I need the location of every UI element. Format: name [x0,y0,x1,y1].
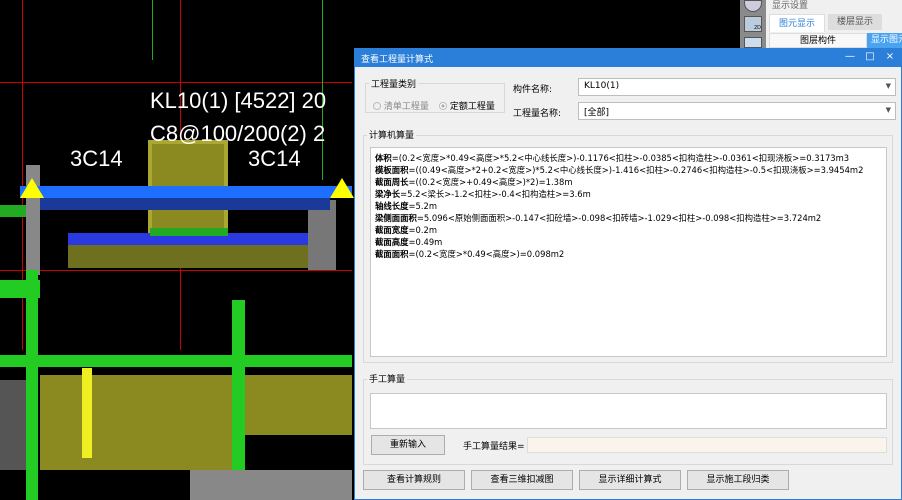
support-triangle-icon [20,178,44,198]
view-3d-icon[interactable] [744,37,762,48]
rebar-label-left: 3C14 [70,146,123,171]
formula-line: 截面周长=((0.2<宽度>+0.49<高度>)*2)=1.38m [375,176,882,188]
minimize-button[interactable]: — [843,51,857,62]
formula-expression: =((0.2<宽度>+0.49<高度>)*2)=1.38m [408,177,573,187]
view-toolbar: 2D [740,0,766,48]
formula-expression: =0.49m [408,237,443,247]
dropdown-arrow-icon: ▼ [885,82,891,90]
beam-dark [40,198,330,210]
beam [20,186,352,198]
green-wall [26,270,38,500]
grey-slab [0,380,26,470]
olive-block [40,375,232,470]
formula-line: 截面高度=0.49m [375,236,882,248]
dialog-title: 查看工程量计算式 [361,55,434,65]
panel-title: 显示设置 [772,1,809,11]
formula-line: 截面面积=(0.2<宽度>*0.49<高度>)=0.098m2 [375,248,882,260]
view-2d-icon[interactable]: 2D [744,16,762,32]
rebar-label-right: 3C14 [248,146,301,171]
subtab-layer[interactable]: 图层构件 [769,33,867,48]
formula-expression: =(0.2<宽度>*0.49<高度>)=0.098m2 [408,249,565,259]
axis-line [0,82,352,83]
radio-selected-icon [439,102,447,110]
manual-result-label: 手工算量结果= [463,442,525,452]
yellow-wall [82,368,92,458]
quantity-name-select[interactable]: [全部] ▼ [578,102,896,120]
component-name-label: 构件名称: [513,85,553,95]
close-button[interactable]: × [883,51,897,62]
formula-textbox[interactable]: 体积=(0.2<宽度>*0.49<高度>*5.2<中心线长度>)-0.1176<… [370,147,887,357]
formula-quantity-name: 梁净长 [375,189,401,199]
radio-icon [373,102,381,110]
tab-floor-display[interactable]: 楼层显示 [828,14,882,30]
green-bar [150,228,228,236]
olive-block [68,245,308,268]
formula-line: 梁侧面面积=5.096<原始侧面面积>-0.147<扣砼墙>-0.098<扣砖墙… [375,212,882,224]
axis-line [0,270,352,271]
formula-quantity-name: 体积 [375,153,392,163]
formula-quantity-name: 截面高度 [375,237,409,247]
show-construction-segment-button[interactable]: 显示施工段归类 [687,470,789,490]
green-bar [0,205,26,217]
formula-line: 梁净长=5.2<梁长>-1.2<扣柱>-0.4<扣构造柱>=3.6m [375,188,882,200]
formula-quantity-name: 轴线长度 [375,201,409,211]
formula-quantity-name: 梁侧面面积 [375,213,417,223]
quantity-type-label: 工程量类别 [369,77,419,90]
stirrup-label: C8@100/200(2) 2 [150,121,326,146]
formula-expression: =5.2<梁长>-1.2<扣柱>-0.4<扣构造柱>=3.6m [400,189,591,199]
view-3d-deduction-button[interactable]: 查看三维扣减图 [471,470,573,490]
tab-element-display[interactable]: 图元显示 [769,14,825,32]
green-wall [0,355,352,367]
beam-label: KL10(1) [4522] 20 [150,88,327,113]
formula-expression: =(0.2<宽度>*0.49<高度>*5.2<中心线长度>)-0.1176<扣柱… [391,153,850,163]
support-triangle-icon [330,178,354,198]
manual-calc-input[interactable] [370,393,887,429]
formula-expression: =((0.49<高度>*2+0.2<宽度>)*5.2<中心线长度>)-1.416… [408,165,864,175]
formula-quantity-name: 截面周长 [375,177,409,187]
orbit-icon[interactable] [744,0,762,12]
manual-result-field [527,437,887,453]
formula-line: 轴线长度=5.2m [375,200,882,212]
dialog-titlebar[interactable]: 查看工程量计算式 — □ × [355,49,901,67]
dropdown-arrow-icon: ▼ [885,106,891,114]
quantity-formula-dialog: 查看工程量计算式 — □ × 工程量类别 清单工程量 定额工程量 构件名称: K… [354,48,902,500]
radio-bill-quantity[interactable]: 清单工程量 [373,99,429,112]
component-name-select[interactable]: KL10(1) ▼ [578,78,896,96]
grid-line [152,0,153,60]
manual-calc-label: 手工算量 [367,372,408,385]
show-detailed-formula-button[interactable]: 显示详细计算式 [579,470,681,490]
formula-expression: =5.2m [408,201,438,211]
view-calc-rules-button[interactable]: 查看计算规则 [363,470,465,490]
maximize-button[interactable]: □ [863,51,877,62]
quantity-name-label: 工程量名称: [513,109,562,119]
formula-expression: =5.096<原始侧面面积>-0.147<扣砼墙>-0.098<扣砖墙>-1.0… [416,213,822,223]
grey-slab [190,470,352,500]
formula-line: 截面宽度=0.2m [375,224,882,236]
formula-quantity-name: 截面面积 [375,249,409,259]
radio-quota-quantity[interactable]: 定额工程量 [439,99,495,112]
formula-expression: =0.2m [408,225,438,235]
formula-line: 模板面积=((0.49<高度>*2+0.2<宽度>)*5.2<中心线长度>)-1… [375,164,882,176]
subtab-show-elements[interactable]: 显示图元 [867,33,902,48]
formula-quantity-name: 模板面积 [375,165,409,175]
formula-quantity-name: 截面宽度 [375,225,409,235]
reenter-button[interactable]: 重新输入 [371,435,445,455]
column [308,200,336,270]
olive-block [245,375,352,435]
formula-line: 体积=(0.2<宽度>*0.49<高度>*5.2<中心线长度>)-0.1176<… [375,152,882,164]
computer-calc-label: 计算机算量 [367,128,417,141]
display-settings-panel: 显示设置 图元显示 楼层显示 图层构件 显示图元 [766,0,902,48]
